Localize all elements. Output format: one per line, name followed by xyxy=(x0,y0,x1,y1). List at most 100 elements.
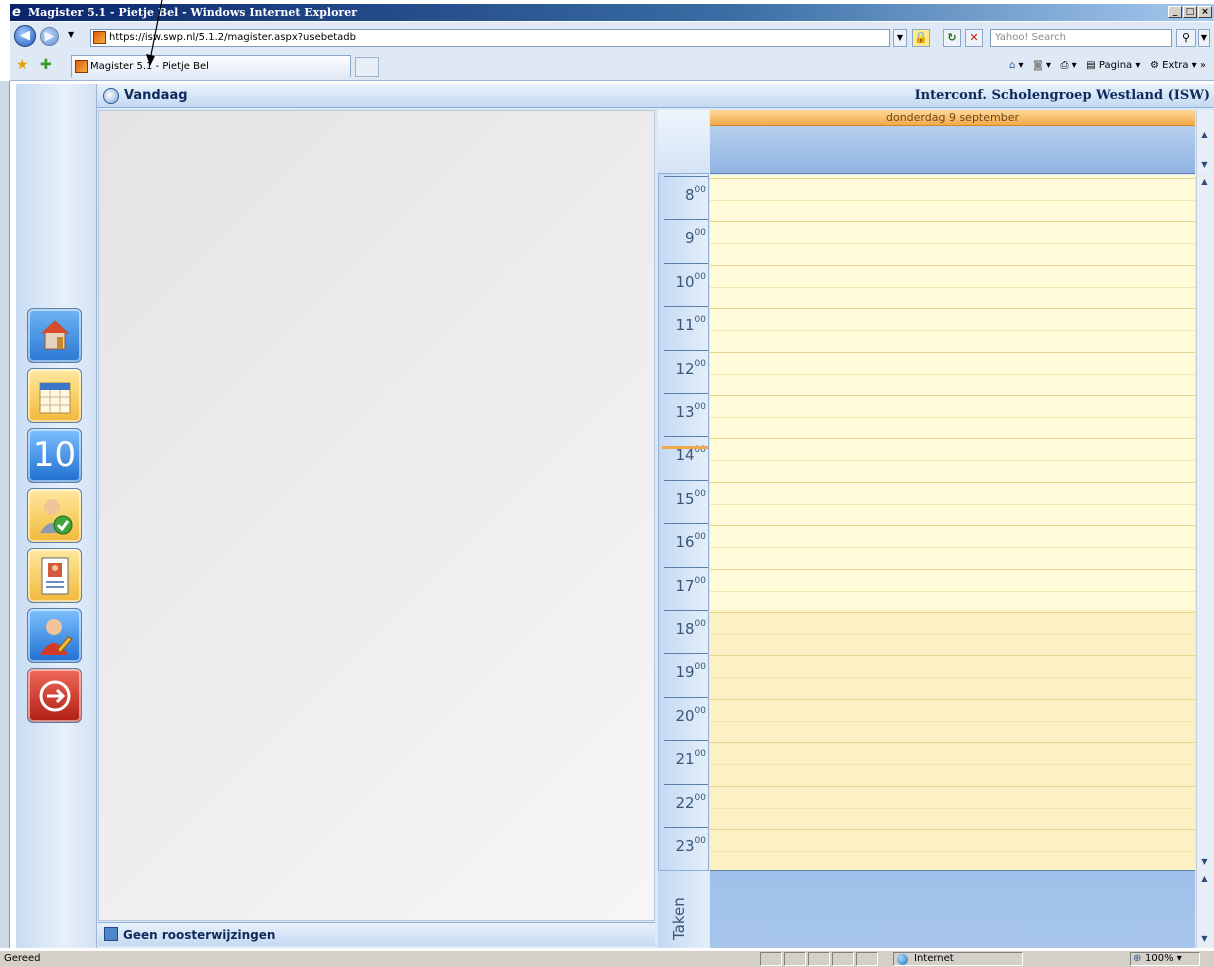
grid-half-hour-line xyxy=(710,851,1195,852)
tasks-area[interactable] xyxy=(710,870,1195,948)
grid-hour-line xyxy=(710,525,1195,526)
hour-divider xyxy=(664,653,708,654)
lock-icon[interactable]: 🔒 xyxy=(912,29,930,47)
logout-icon xyxy=(38,679,72,713)
grid-hour-line xyxy=(710,612,1195,613)
calendar-icon xyxy=(38,377,72,415)
logout-button[interactable] xyxy=(27,668,82,723)
address-field[interactable]: https://isw.swp.nl/5.1.2/magister.aspx?u… xyxy=(90,29,890,47)
scroll-down-icon[interactable]: ▼ xyxy=(1197,855,1212,869)
hour-label: 1300 xyxy=(660,403,706,422)
scroll-up-icon[interactable]: ▲ xyxy=(1197,175,1212,189)
command-bar: ⌂ ▾ ◙ ▾ ⎙ ▾ ▤ Pagina ▾ ⚙ Extra ▾ » xyxy=(1008,60,1206,71)
hour-minutes: 00 xyxy=(694,836,706,846)
day-header[interactable]: donderdag 9 september xyxy=(710,110,1195,126)
new-tab-button[interactable] xyxy=(355,57,379,77)
page-title: Vandaag xyxy=(124,88,188,103)
grid-hour-line xyxy=(710,699,1195,700)
all-day-area[interactable] xyxy=(710,126,1195,174)
hour-divider xyxy=(664,697,708,698)
hour-number: 12 xyxy=(675,360,695,378)
hour-number: 13 xyxy=(675,403,695,421)
address-text: https://isw.swp.nl/5.1.2/magister.aspx?u… xyxy=(109,32,356,43)
search-go-icon[interactable]: ⚲ xyxy=(1176,29,1196,47)
hour-label: 2100 xyxy=(660,750,706,769)
home-button[interactable] xyxy=(27,308,82,363)
settings-button[interactable] xyxy=(27,608,82,663)
page-menu[interactable]: ▤ Pagina ▾ xyxy=(1086,60,1140,71)
hour-minutes: 00 xyxy=(694,489,706,499)
search-input[interactable]: Yahoo! Search xyxy=(990,29,1172,47)
hour-divider xyxy=(664,176,708,177)
agenda-button[interactable] xyxy=(27,368,82,423)
scroll-up-icon[interactable]: ▲ xyxy=(1197,872,1212,886)
grid-half-hour-line xyxy=(710,243,1195,244)
hour-number: 15 xyxy=(675,490,695,508)
hour-divider xyxy=(664,567,708,568)
hour-minutes: 00 xyxy=(694,662,706,672)
hour-minutes: 00 xyxy=(694,706,706,716)
hour-label: 1800 xyxy=(660,620,706,639)
status-panel xyxy=(832,952,854,966)
organization-name: Interconf. Scholengroep Westland (ISW) xyxy=(914,88,1210,103)
search-options-icon[interactable]: ▼ xyxy=(1198,29,1210,47)
home-icon[interactable]: ⌂ xyxy=(1009,60,1015,71)
schedule-icon xyxy=(104,927,118,941)
minimize-button[interactable]: _ xyxy=(1168,6,1182,18)
hour-divider xyxy=(664,740,708,741)
day-scrollbar[interactable] xyxy=(1196,175,1213,870)
grid-hour-line xyxy=(710,395,1195,396)
hour-number: 21 xyxy=(675,750,695,768)
hour-minutes: 00 xyxy=(694,185,706,195)
hour-divider xyxy=(664,263,708,264)
add-favorite-icon[interactable]: ✚ xyxy=(40,57,52,73)
grid-hour-line xyxy=(710,438,1195,439)
window-title-bar[interactable]: Magister 5.1 - Pietje Bel - Windows Inte… xyxy=(10,4,1214,21)
grid-half-hour-line xyxy=(710,547,1195,548)
page-menu-label: Pagina xyxy=(1098,60,1133,71)
grid-hour-line xyxy=(710,655,1195,656)
hour-number: 18 xyxy=(675,620,695,638)
status-panel xyxy=(760,952,782,966)
status-panel xyxy=(808,952,830,966)
scroll-down-icon[interactable]: ▼ xyxy=(1197,158,1212,172)
hour-label: 1500 xyxy=(660,489,706,509)
grades-button[interactable]: 10 xyxy=(27,428,82,483)
hour-label: 800 xyxy=(660,185,706,205)
favorites-star-icon[interactable]: ★ xyxy=(16,57,29,73)
hour-divider xyxy=(664,523,708,524)
tools-menu[interactable]: ⚙ Extra ▾ xyxy=(1150,60,1197,71)
address-dropdown-icon[interactable]: ▼ xyxy=(893,29,907,47)
maximize-button[interactable]: □ xyxy=(1183,6,1197,18)
hour-divider xyxy=(664,306,708,307)
hour-number: 22 xyxy=(675,794,695,812)
forward-button[interactable]: ▶ xyxy=(40,27,59,46)
globe-icon xyxy=(897,954,908,965)
tasks-label: Taken xyxy=(670,897,688,940)
grades-badge: 10 xyxy=(32,435,77,475)
back-button[interactable]: ◀ xyxy=(14,25,36,47)
tab-favicon-icon xyxy=(75,60,88,73)
grid-half-hour-line xyxy=(710,504,1195,505)
hour-minutes: 00 xyxy=(694,576,706,586)
grid-half-hour-line xyxy=(710,417,1195,418)
tab-magister[interactable]: Magister 5.1 - Pietje Bel xyxy=(71,55,351,77)
hour-number: 10 xyxy=(675,273,695,291)
scroll-up-icon[interactable]: ▲ xyxy=(1197,128,1212,142)
attendance-button[interactable] xyxy=(27,488,82,543)
close-button[interactable]: × xyxy=(1198,6,1212,18)
refresh-icon[interactable]: ↻ xyxy=(943,29,961,47)
scroll-down-icon[interactable]: ▼ xyxy=(1197,932,1212,946)
print-icon[interactable]: ⎙ xyxy=(1061,60,1069,71)
grid-half-hour-line xyxy=(710,460,1195,461)
grid-hour-line xyxy=(710,308,1195,309)
hour-minutes: 00 xyxy=(694,272,706,282)
profile-button[interactable] xyxy=(27,548,82,603)
feeds-icon[interactable]: ◙ xyxy=(1033,60,1043,71)
stop-icon[interactable]: ✕ xyxy=(965,29,983,47)
history-dropdown-icon[interactable]: ▼ xyxy=(68,30,74,39)
grid-half-hour-line xyxy=(710,634,1195,635)
grid-hour-line xyxy=(710,786,1195,787)
window-frame-left xyxy=(0,81,10,948)
security-zone[interactable]: Internet xyxy=(893,952,1023,966)
